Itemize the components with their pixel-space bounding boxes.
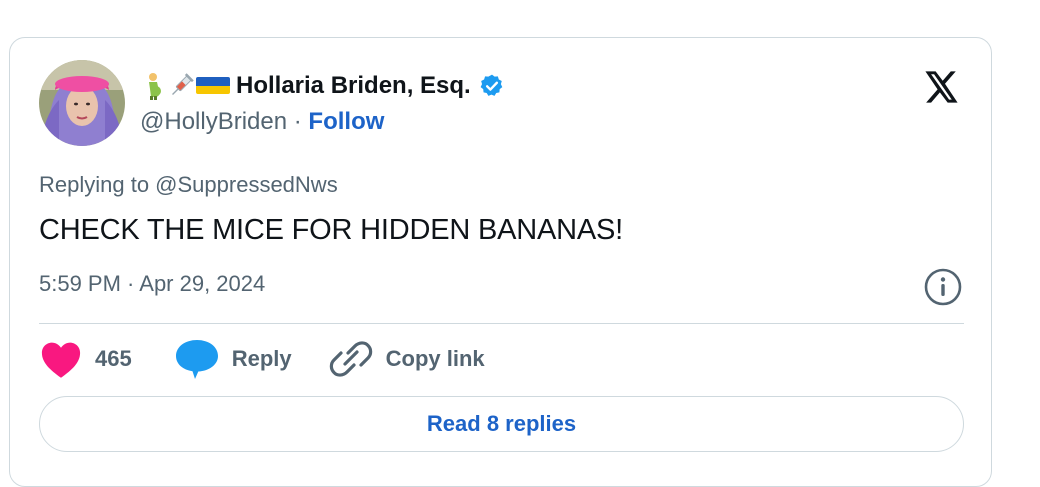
read-replies-button[interactable]: Read 8 replies xyxy=(39,396,964,452)
tweet-actions: 465 Reply Copy link xyxy=(39,338,485,380)
tweet-embed-card: Hollaria Briden, Esq. @HollyBriden · Fol… xyxy=(9,37,992,487)
handle-separator: · xyxy=(287,108,309,135)
divider xyxy=(39,323,964,324)
x-logo-icon[interactable] xyxy=(925,71,959,103)
like-button[interactable]: 465 xyxy=(39,339,132,379)
like-count: 465 xyxy=(95,346,132,371)
speech-bubble-icon xyxy=(174,338,220,380)
heart-icon xyxy=(39,339,83,379)
tweet-timestamp[interactable]: 5:59 PM · Apr 29, 2024 xyxy=(39,271,265,297)
copy-link-label: Copy link xyxy=(385,346,485,371)
verified-badge-icon xyxy=(479,73,505,99)
follow-link[interactable]: Follow xyxy=(308,108,384,135)
ukraine-flag-emoji xyxy=(196,72,230,100)
pregnant-man-emoji xyxy=(140,72,166,100)
link-icon xyxy=(328,337,374,381)
info-icon[interactable] xyxy=(922,266,964,308)
reply-label: Reply xyxy=(231,346,292,371)
tweet-text: CHECK THE MICE FOR HIDDEN BANANAS! xyxy=(39,214,624,246)
syringe-emoji xyxy=(168,72,194,100)
author-handle[interactable]: @HollyBriden xyxy=(140,108,287,135)
author-display-name[interactable]: Hollaria Briden, Esq. xyxy=(236,72,471,100)
avatar[interactable] xyxy=(39,60,125,146)
author-name-row: Hollaria Briden, Esq. xyxy=(140,70,505,102)
author-handle-row: @HollyBriden · Follow xyxy=(140,108,384,136)
copy-link-button[interactable]: Copy link xyxy=(328,337,485,381)
reply-context[interactable]: Replying to @SuppressedNws xyxy=(39,172,338,198)
reply-button[interactable]: Reply xyxy=(174,338,292,380)
